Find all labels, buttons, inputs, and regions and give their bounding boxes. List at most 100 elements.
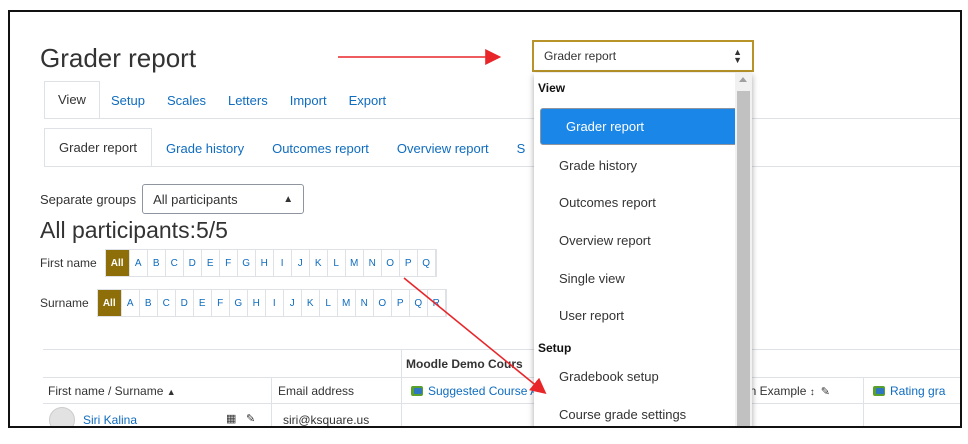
tab-import[interactable]: Import xyxy=(279,93,338,119)
col-name-header[interactable]: First name / Surname ▲ xyxy=(48,384,176,398)
screenshot-frame: Grader report View Setup Scales Letters … xyxy=(8,10,962,428)
firstname-initial-i[interactable]: I xyxy=(274,250,292,276)
group-setup-label: Setup xyxy=(538,341,572,355)
group-label: Separate groups xyxy=(40,191,137,207)
option-course-grade-settings[interactable]: Course grade settings xyxy=(534,396,734,426)
surname-initial-o[interactable]: O xyxy=(374,290,392,316)
surname-initial-g[interactable]: G xyxy=(230,290,248,316)
tab-view[interactable]: View xyxy=(44,81,100,119)
surname-initials-bar: Surname All ABCDEFGHIJKLMNOPQR xyxy=(40,289,447,317)
tab-grade-history[interactable]: Grade history xyxy=(152,141,258,167)
select-arrows-icon: ▲ ▼ xyxy=(733,47,742,65)
surname-initial-a[interactable]: A xyxy=(122,290,140,316)
surname-initial-d[interactable]: D xyxy=(176,290,194,316)
dropdown-scrollbar[interactable] xyxy=(735,73,752,426)
option-grade-history[interactable]: Grade history xyxy=(534,147,734,184)
group-selector: Separate groups All participants ▲︎ xyxy=(40,184,305,214)
report-select[interactable]: Grader report ▲ ▼ xyxy=(532,40,754,72)
tab-outcomes-report[interactable]: Outcomes report xyxy=(258,141,383,167)
firstname-initial-q[interactable]: Q xyxy=(418,250,436,276)
tabs-divider xyxy=(44,166,960,167)
table-header-columns: First name / Surname ▲ Email address Sug… xyxy=(43,378,960,426)
avatar xyxy=(49,407,75,426)
surname-initial-i[interactable]: I xyxy=(266,290,284,316)
grade-item-icon xyxy=(873,386,885,396)
surname-initial-q[interactable]: Q xyxy=(410,290,428,316)
sort-up-icon: ▲ xyxy=(166,387,176,397)
surname-initial-n[interactable]: N xyxy=(356,290,374,316)
student-name-link[interactable]: Siri Kalina xyxy=(83,413,137,426)
participants-heading: All participants:5/5 xyxy=(40,217,228,243)
firstname-label: First name xyxy=(40,256,97,270)
tab-letters[interactable]: Letters xyxy=(217,93,279,119)
firstname-initial-n[interactable]: N xyxy=(364,250,382,276)
firstname-initials: All ABCDEFGHIJKLMNOPQ xyxy=(104,249,437,277)
firstname-initial-b[interactable]: B xyxy=(148,250,166,276)
surname-initial-r[interactable]: R xyxy=(428,290,446,316)
firstname-initial-l[interactable]: L xyxy=(328,250,346,276)
secondary-tabs: Grader report Grade history Outcomes rep… xyxy=(44,128,539,167)
grade-item-icon xyxy=(411,386,423,396)
option-outcomes-report[interactable]: Outcomes report xyxy=(534,184,734,221)
surname-all-button[interactable]: All xyxy=(97,290,122,316)
col-example-header[interactable]: on Example ↕ ✎ xyxy=(743,384,832,398)
group-select-value: All participants xyxy=(153,191,238,207)
pencil-icon[interactable]: ✎ xyxy=(246,412,255,425)
firstname-initial-h[interactable]: H xyxy=(256,250,274,276)
scrollbar-thumb[interactable] xyxy=(737,91,750,426)
pencil-icon[interactable]: ✎ xyxy=(821,385,832,398)
surname-initial-m[interactable]: M xyxy=(338,290,356,316)
firstname-all-button[interactable]: All xyxy=(105,250,130,276)
report-dropdown-list: View Grader report Grade history Outcome… xyxy=(534,73,752,426)
firstname-initial-c[interactable]: C xyxy=(166,250,184,276)
surname-initial-j[interactable]: J xyxy=(284,290,302,316)
option-user-report[interactable]: User report xyxy=(534,297,734,334)
firstname-initial-k[interactable]: K xyxy=(310,250,328,276)
surname-initial-e[interactable]: E xyxy=(194,290,212,316)
surname-initial-k[interactable]: K xyxy=(302,290,320,316)
option-single-view[interactable]: Single view xyxy=(534,260,734,297)
course-header: Moodle Demo Cours xyxy=(406,357,523,371)
report-select-value: Grader report xyxy=(544,49,617,63)
tab-overview-report[interactable]: Overview report xyxy=(383,141,503,167)
tab-scales[interactable]: Scales xyxy=(156,93,217,119)
surname-initial-c[interactable]: C xyxy=(158,290,176,316)
firstname-initial-o[interactable]: O xyxy=(382,250,400,276)
group-view-label: View xyxy=(538,81,566,95)
scroll-up-icon[interactable] xyxy=(739,77,747,82)
option-grader-report[interactable]: Grader report xyxy=(540,108,740,145)
firstname-initial-g[interactable]: G xyxy=(238,250,256,276)
tab-export[interactable]: Export xyxy=(338,93,398,119)
group-select[interactable]: All participants ▲︎ xyxy=(142,184,305,214)
col-email-header[interactable]: Email address xyxy=(278,384,354,398)
firstname-initial-d[interactable]: D xyxy=(184,250,202,276)
surname-initial-f[interactable]: F xyxy=(212,290,230,316)
firstname-initial-p[interactable]: P xyxy=(400,250,418,276)
surname-initial-b[interactable]: B xyxy=(140,290,158,316)
surname-initials: All ABCDEFGHIJKLMNOPQR xyxy=(96,289,447,317)
surname-initial-l[interactable]: L xyxy=(320,290,338,316)
firstname-initial-a[interactable]: A xyxy=(130,250,148,276)
firstname-initial-j[interactable]: J xyxy=(292,250,310,276)
surname-initial-h[interactable]: H xyxy=(248,290,266,316)
table-icon[interactable]: ▦ xyxy=(226,412,236,425)
table-row: Siri Kalina ▦ ✎ siri@ksquare.us xyxy=(43,404,960,427)
primary-tabs: View Setup Scales Letters Import Export xyxy=(44,81,398,119)
firstname-initial-e[interactable]: E xyxy=(202,250,220,276)
firstname-initial-m[interactable]: M xyxy=(346,250,364,276)
option-overview-report[interactable]: Overview report xyxy=(534,222,734,259)
tab-setup[interactable]: Setup xyxy=(100,93,156,119)
table-header-category: Moodle Demo Cours xyxy=(43,349,960,379)
surname-label: Surname xyxy=(40,296,89,310)
student-email: siri@ksquare.us xyxy=(283,413,370,427)
firstname-initials-bar: First name All ABCDEFGHIJKLMNOPQ xyxy=(40,249,437,277)
tab-grader-report[interactable]: Grader report xyxy=(44,128,153,167)
select-arrows-icon: ▲︎ xyxy=(283,193,294,205)
col-suggested-header[interactable]: Suggested Course A xyxy=(411,384,538,398)
firstname-initial-f[interactable]: F xyxy=(220,250,238,276)
page-title: Grader report xyxy=(40,43,197,73)
sort-icon: ↕ xyxy=(809,387,815,398)
surname-initial-p[interactable]: P xyxy=(392,290,410,316)
option-gradebook-setup[interactable]: Gradebook setup xyxy=(534,358,734,395)
col-rating-header[interactable]: Rating gra xyxy=(873,384,945,398)
